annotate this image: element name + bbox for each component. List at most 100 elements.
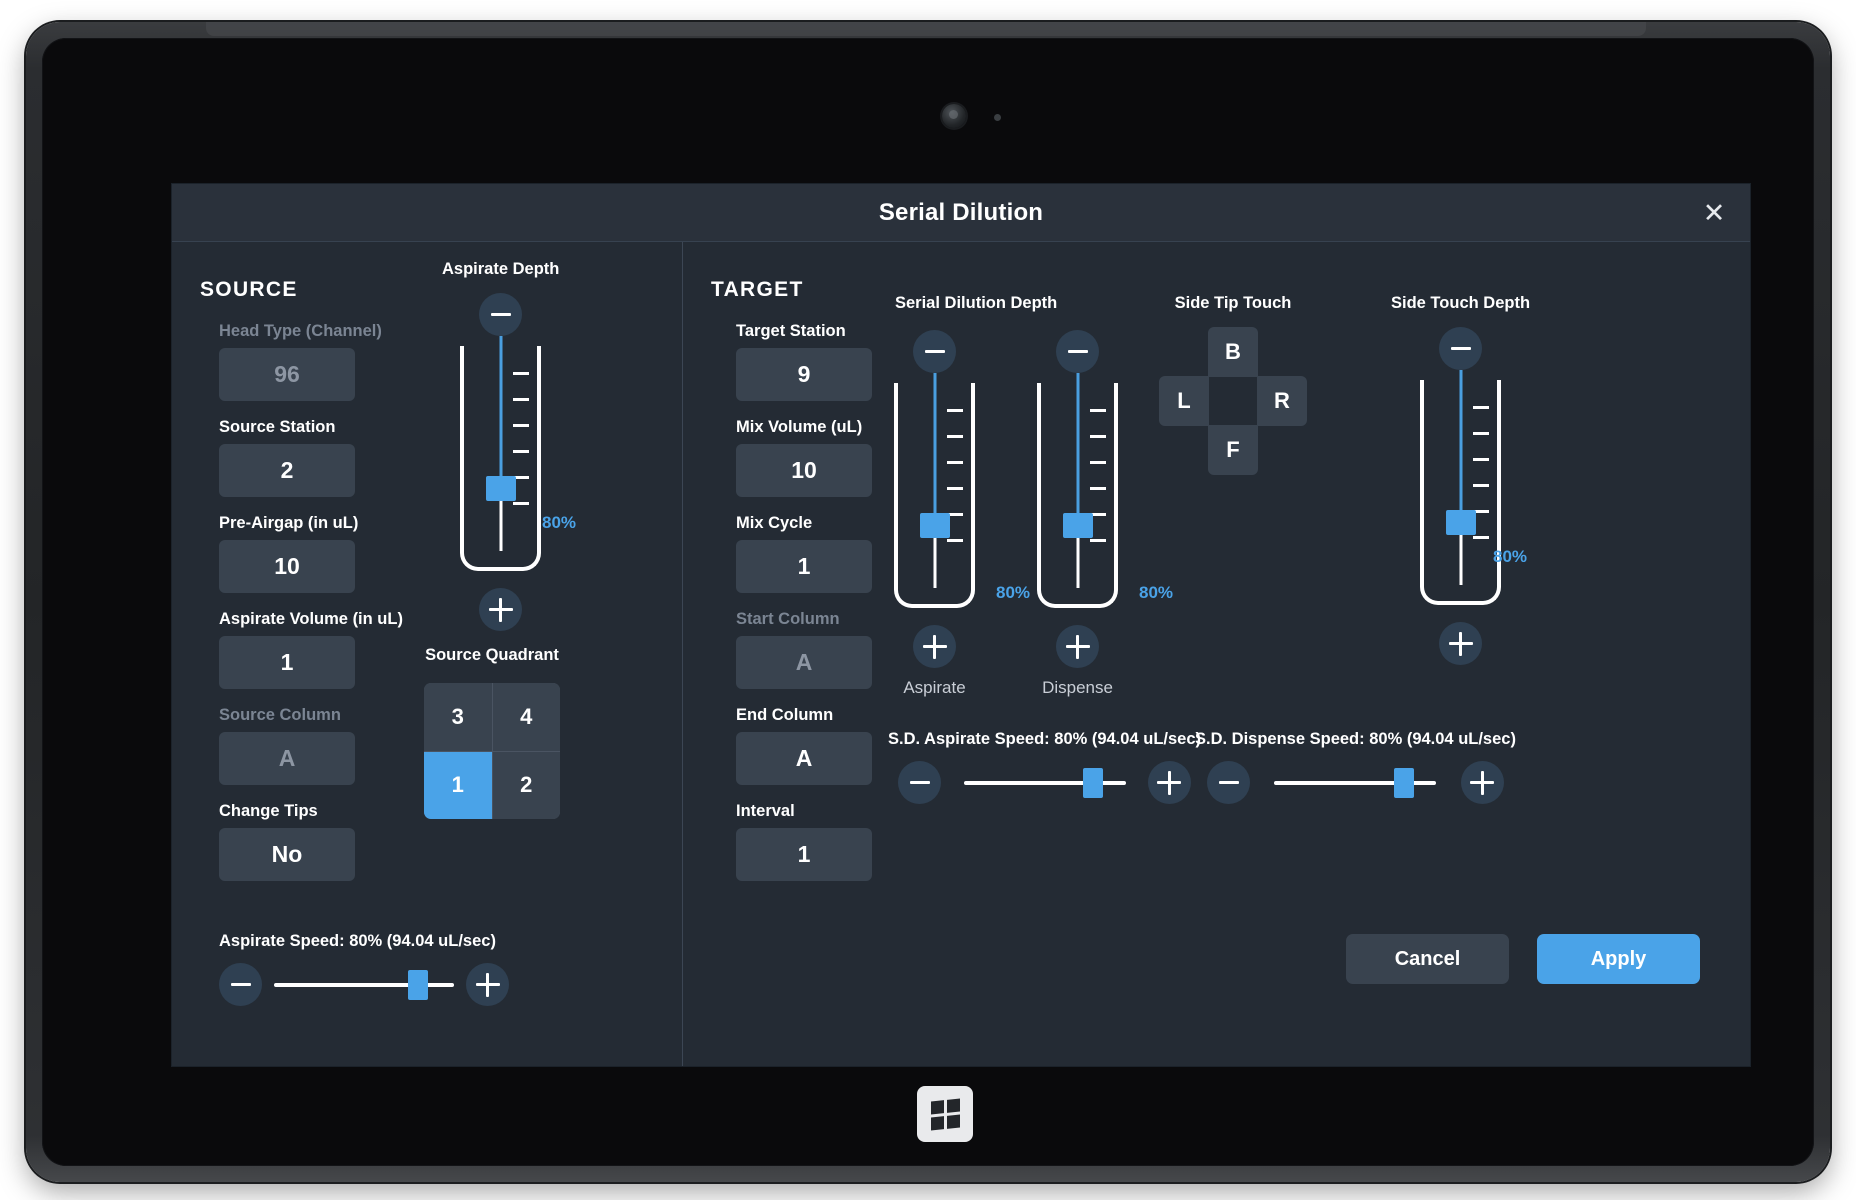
minus-icon xyxy=(1218,781,1239,784)
aspirate-depth-tube[interactable] xyxy=(460,336,542,571)
aspirate-speed-knob[interactable] xyxy=(408,969,428,1000)
sd-aspirate-speed-decrement-button[interactable] xyxy=(898,761,942,804)
sd-dispense-depth-decrement-button[interactable] xyxy=(1056,330,1099,373)
sd-dispense-depth-increment-button[interactable] xyxy=(1056,625,1099,668)
sd-aspirate-speed-increment-button[interactable] xyxy=(1147,761,1191,804)
side-tip-touch-title: Side Tip Touch xyxy=(1174,294,1292,312)
aspirate-volume-input[interactable]: 1 xyxy=(219,636,355,689)
aspirate-speed-track[interactable] xyxy=(274,969,454,1000)
cancel-button[interactable]: Cancel xyxy=(1346,934,1509,984)
tip-touch-right-button[interactable]: R xyxy=(1257,376,1307,426)
quadrant-cell-4[interactable]: 4 xyxy=(492,683,560,751)
sd-dispense-speed-label: S.D. Dispense Speed: 80% (94.04 uL/sec) xyxy=(1195,730,1516,748)
apply-button[interactable]: Apply xyxy=(1537,934,1700,984)
tablet-device-frame: Serial Dilution ✕ SOURCE Head Type (Chan… xyxy=(26,22,1830,1182)
field-source-station: Source Station 2 xyxy=(219,418,403,497)
serial-dilution-depth-title: Serial Dilution Depth xyxy=(895,294,1058,312)
interval-input[interactable]: 1 xyxy=(736,828,872,881)
tip-touch-back-button[interactable]: B xyxy=(1208,327,1258,377)
minus-icon xyxy=(924,350,945,353)
side-touch-depth-tube[interactable] xyxy=(1420,370,1502,605)
source-quadrant-grid[interactable]: 3 4 1 2 xyxy=(424,683,560,819)
aspirate-depth-percent: 80% xyxy=(542,513,577,532)
sd-dispense-speed-slider-row xyxy=(1195,761,1516,804)
head-type-input[interactable]: 96 xyxy=(219,348,355,401)
sd-dispense-depth-percent: 80% xyxy=(1139,583,1174,602)
dialog-body: SOURCE Head Type (Channel) 96 Source Sta… xyxy=(172,242,1750,1066)
field-label: Change Tips xyxy=(219,802,318,820)
side-touch-depth-increment-button[interactable] xyxy=(1439,622,1483,665)
sd-dispense-depth-tube[interactable] xyxy=(1037,373,1118,608)
side-touch-depth-decrement-button[interactable] xyxy=(1439,327,1483,370)
close-icon[interactable]: ✕ xyxy=(1696,196,1732,230)
source-station-input[interactable]: 2 xyxy=(219,444,355,497)
field-label: Aspirate Volume (in uL) xyxy=(219,610,403,628)
tip-touch-left-button[interactable]: L xyxy=(1159,376,1209,426)
side-tip-touch-block: Side Tip Touch B L R F xyxy=(1133,294,1333,475)
tip-touch-front-button[interactable]: F xyxy=(1208,425,1258,475)
page-title: Serial Dilution xyxy=(878,198,1044,226)
sd-aspirate-speed-label: S.D. Aspirate Speed: 80% (94.04 uL/sec) xyxy=(888,730,1202,748)
start-column-input[interactable]: A xyxy=(736,636,872,689)
sd-dispense-speed-knob[interactable] xyxy=(1394,767,1415,798)
minus-icon xyxy=(490,313,511,316)
sd-dispense-speed-increment-button[interactable] xyxy=(1460,761,1504,804)
dialog-titlebar: Serial Dilution ✕ xyxy=(172,184,1750,242)
source-fields-group: Head Type (Channel) 96 Source Station 2 … xyxy=(219,322,403,898)
quadrant-cell-2[interactable]: 2 xyxy=(492,751,560,819)
front-camera-icon xyxy=(942,104,966,128)
windows-home-button[interactable] xyxy=(917,1086,973,1142)
serial-dilution-dialog: Serial Dilution ✕ SOURCE Head Type (Chan… xyxy=(172,184,1750,1066)
sd-aspirate-speed-track[interactable] xyxy=(963,767,1126,798)
field-source-column: Source Column A xyxy=(219,706,403,785)
sd-dispense-depth-knob[interactable] xyxy=(1062,513,1093,539)
source-quadrant-block: Source Quadrant 3 4 1 2 xyxy=(424,646,560,819)
aspirate-depth-decrement-button[interactable] xyxy=(479,293,523,336)
sd-aspirate-depth-slider-block: 80% Aspirate xyxy=(894,330,1030,698)
sd-aspirate-depth-decrement-button[interactable] xyxy=(913,330,956,373)
sd-dispense-speed-decrement-button[interactable] xyxy=(1207,761,1251,804)
aspirate-speed-decrement-button[interactable] xyxy=(219,963,262,1006)
target-panel: TARGET Target Station 9 Mix Volume (uL) … xyxy=(683,242,1750,1066)
change-tips-input[interactable]: No xyxy=(219,828,355,881)
target-station-input[interactable]: 9 xyxy=(736,348,872,401)
field-label: End Column xyxy=(736,706,834,724)
field-label: Start Column xyxy=(736,610,840,628)
minus-icon xyxy=(1067,350,1088,353)
aspirate-depth-knob[interactable] xyxy=(485,476,516,502)
sd-aspirate-depth-tube[interactable] xyxy=(894,373,975,608)
aspirate-depth-title: Aspirate Depth xyxy=(442,260,560,278)
sd-aspirate-speed-knob[interactable] xyxy=(1083,767,1104,798)
aspirate-speed-increment-button[interactable] xyxy=(466,963,509,1006)
quadrant-cell-3[interactable]: 3 xyxy=(424,683,492,751)
pre-airgap-input[interactable]: 10 xyxy=(219,540,355,593)
sd-aspirate-caption: Aspirate xyxy=(903,678,966,697)
sd-aspirate-depth-knob[interactable] xyxy=(919,513,950,539)
mix-cycle-input[interactable]: 1 xyxy=(736,540,872,593)
slider-rail-fill xyxy=(499,336,503,489)
minus-icon xyxy=(230,983,251,986)
target-section-heading: TARGET xyxy=(711,278,804,301)
field-label: Mix Cycle xyxy=(736,514,813,532)
sd-aspirate-speed-block: S.D. Aspirate Speed: 80% (94.04 uL/sec) xyxy=(888,730,1201,804)
source-column-input[interactable]: A xyxy=(219,732,355,785)
sd-dispense-speed-block: S.D. Dispense Speed: 80% (94.04 uL/sec) xyxy=(1195,730,1516,804)
field-target-station: Target Station 9 xyxy=(736,322,872,401)
slider-rail-fill xyxy=(1459,370,1463,523)
field-pre-airgap: Pre-Airgap (in uL) 10 xyxy=(219,514,403,593)
aspirate-depth-increment-button[interactable] xyxy=(479,588,523,631)
mix-volume-input[interactable]: 10 xyxy=(736,444,872,497)
quadrant-cell-1[interactable]: 1 xyxy=(424,751,492,819)
side-touch-depth-percent: 80% xyxy=(1493,547,1528,566)
sd-aspirate-speed-slider-row xyxy=(888,761,1201,804)
side-touch-depth-knob[interactable] xyxy=(1445,510,1476,536)
side-touch-depth-slider-block: Side Touch Depth 80% xyxy=(1391,294,1530,665)
field-label: Interval xyxy=(736,802,795,820)
aspirate-speed-block: Aspirate Speed: 80% (94.04 uL/sec) xyxy=(219,932,509,1006)
end-column-input[interactable]: A xyxy=(736,732,872,785)
field-label: Head Type (Channel) xyxy=(219,322,382,340)
target-fields-group: Target Station 9 Mix Volume (uL) 10 Mix … xyxy=(736,322,872,898)
sd-aspirate-depth-increment-button[interactable] xyxy=(913,625,956,668)
sd-dispense-speed-track[interactable] xyxy=(1274,767,1437,798)
source-panel: SOURCE Head Type (Channel) 96 Source Sta… xyxy=(172,242,683,1066)
